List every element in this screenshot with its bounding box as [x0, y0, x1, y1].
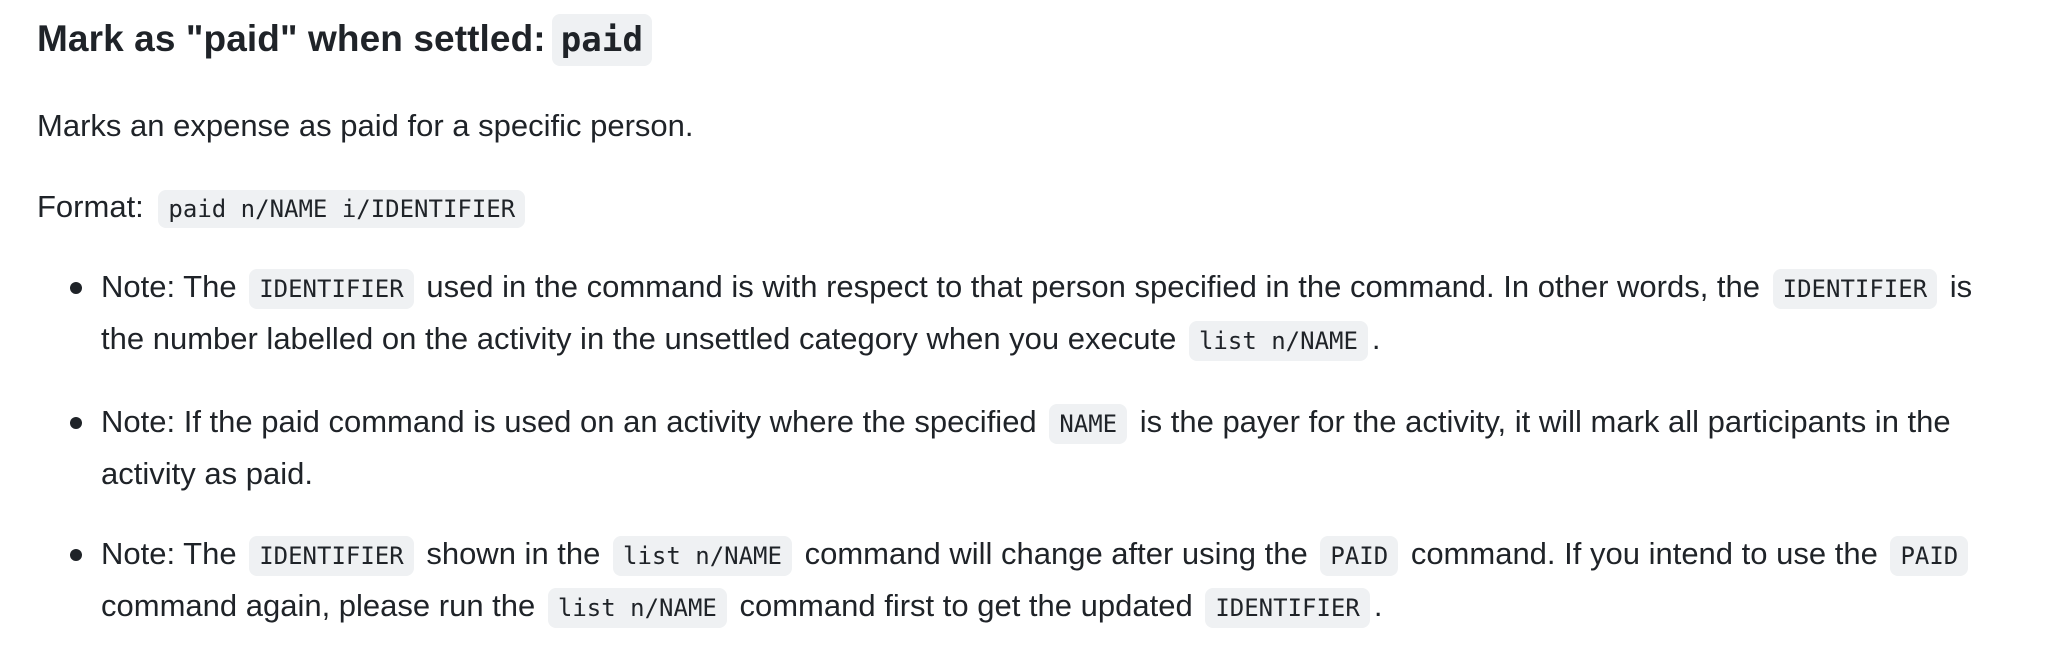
note-text: command again, please run the	[101, 588, 536, 623]
document: Mark as "paid" when settled: paid Marks a…	[0, 0, 2054, 628]
inline-code: IDENTIFIER	[249, 269, 414, 309]
format-code: paid n/NAME i/IDENTIFIER	[158, 190, 526, 228]
note-text: activity as paid.	[101, 456, 313, 491]
note-line: Note: The IDENTIFIER shown in the list n…	[101, 529, 2031, 581]
note-line: Note: The IDENTIFIER used in the command…	[101, 262, 2031, 314]
note-text: is the payer for the activity, it will m…	[1139, 404, 1951, 439]
note-text: Note: If the paid command is used on an …	[101, 404, 1037, 439]
note-line: activity as paid.	[101, 449, 2031, 498]
inline-code: PAID	[1890, 536, 1969, 576]
section-heading: Mark as "paid" when settled: paid	[37, 14, 653, 66]
note-text: command. If you intend to use the	[1410, 536, 1878, 571]
section-heading-text: Mark as "paid" when settled:	[37, 18, 546, 59]
note-item-identifier-meaning: Note: The IDENTIFIER used in the command…	[0, 262, 2031, 366]
note-line: the number labelled on the activity in t…	[101, 314, 2031, 366]
inline-code: IDENTIFIER	[1772, 269, 1938, 309]
inline-code: IDENTIFIER	[249, 536, 414, 576]
format-label: Format:	[37, 189, 144, 224]
notes-list: Note: The IDENTIFIER used in the command…	[0, 262, 2054, 664]
inline-code: NAME	[1049, 404, 1128, 444]
format-line: Format: paid n/NAME i/IDENTIFIER	[37, 186, 526, 230]
note-text: .	[1371, 321, 1381, 356]
note-text: is	[1949, 269, 1973, 304]
note-text: used in the command is with respect to t…	[426, 269, 1761, 304]
note-text: Note: The	[101, 269, 237, 304]
note-text: the number labelled on the activity in t…	[101, 321, 1177, 356]
inline-code: IDENTIFIER	[1205, 588, 1370, 628]
note-item-identifier-change: Note: The IDENTIFIER shown in the list n…	[0, 529, 2031, 633]
note-text: command first to get the updated	[739, 588, 1193, 623]
inline-code: list n/NAME	[613, 536, 792, 576]
inline-code: list n/NAME	[1188, 321, 1368, 361]
note-text: .	[1373, 588, 1383, 623]
note-line: command again, please run the list n/NAM…	[101, 581, 2031, 633]
note-text: command will change after using the	[804, 536, 1308, 571]
inline-code: list n/NAME	[547, 588, 727, 628]
note-item-payer-behaviour: Note: If the paid command is used on an …	[0, 397, 2031, 498]
note-text: Note: The	[101, 536, 237, 571]
note-line: Note: If the paid command is used on an …	[101, 397, 2031, 449]
description-text: Marks an expense as paid for a specific …	[37, 108, 694, 143]
heading-command-code: paid	[551, 14, 653, 66]
note-text: shown in the	[426, 536, 601, 571]
inline-code: PAID	[1320, 536, 1399, 576]
